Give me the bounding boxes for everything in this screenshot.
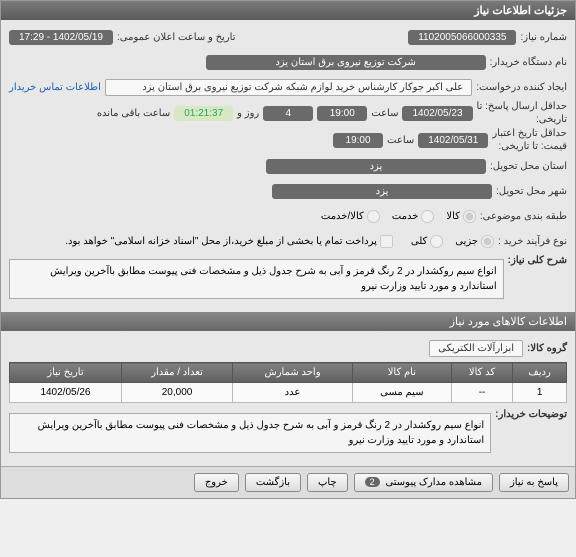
cell-unit: عدد [233, 383, 353, 403]
requester-label: ایجاد کننده درخواست: [476, 82, 567, 93]
deadline-time-label: ساعت [371, 108, 398, 119]
radio-partial[interactable]: جزیی [455, 235, 494, 248]
radio-partial-input[interactable] [481, 235, 494, 248]
exit-button[interactable]: خروج [194, 473, 239, 492]
payment-note: پرداخت تمام یا بخشی از مبلغ خرید،از محل … [65, 236, 377, 247]
radio-full-label: کلی [411, 236, 427, 247]
cell-code: -- [451, 383, 512, 403]
radio-service-label: خدمت [392, 211, 419, 222]
details-panel: جزئیات اطلاعات نیاز شماره نیاز: 11020050… [0, 0, 576, 499]
cell-date: 1402/05/26 [10, 383, 122, 403]
radio-goods-label: کالا [446, 211, 460, 222]
delivery-town: یزد [272, 184, 492, 199]
radio-full-input[interactable] [430, 235, 443, 248]
desc-box: انواع سیم روکشدار در 2 رنگ قرمز و آبی به… [9, 259, 504, 299]
items-section-header: اطلاعات کالاهای مورد نیاز [1, 312, 575, 331]
price-time-label: ساعت [387, 135, 414, 146]
buyer-notes-box: انواع سیم روکشدار در 2 رنگ قرمز و آبی به… [9, 413, 491, 453]
radio-both-input[interactable] [367, 210, 380, 223]
attachments-label: مشاهده مدارک پیوستی [385, 477, 482, 488]
need-number-value: 1102005066000335 [408, 30, 516, 45]
panel-title: جزئیات اطلاعات نیاز [1, 1, 575, 20]
attachments-button[interactable]: مشاهده مدارک پیوستی 2 [354, 473, 493, 492]
payment-check[interactable]: پرداخت تمام یا بخشی از مبلغ خرید،از محل … [65, 235, 393, 248]
th-code[interactable]: کد کالا [451, 363, 512, 383]
attachments-count: 2 [365, 477, 380, 487]
need-number-label: شماره نیاز: [520, 32, 567, 43]
th-row[interactable]: ردیف [513, 363, 567, 383]
cell-row: 1 [513, 383, 567, 403]
radio-goods-input[interactable] [463, 210, 476, 223]
desc-label: شرح کلی نیاز: [508, 255, 567, 266]
process-radio-group: جزیی کلی [411, 235, 494, 248]
price-date: 1402/05/31 [418, 133, 488, 148]
deadline-label-1: حداقل ارسال پاسخ: تا [477, 101, 567, 112]
buyer-notes-label: توضیحات خریدار: [495, 409, 567, 420]
th-unit[interactable]: واحد شمارش [233, 363, 353, 383]
radio-both-label: کالا/خدمت [321, 211, 364, 222]
items-body: گروه کالا: ابزارآلات الکتریکی ردیف کد کا… [1, 331, 575, 466]
category-label: طبقه بندی موضوعی: [480, 211, 567, 222]
cell-name: سیم مسی [352, 383, 451, 403]
category-radio-group: کالا خدمت کالا/خدمت [321, 210, 476, 223]
delivery-city-label: استان محل تحویل: [490, 161, 567, 172]
form-body: شماره نیاز: 1102005066000335 تاریخ و ساع… [1, 20, 575, 312]
process-label: نوع فرآیند خرید : [498, 236, 567, 247]
day-value: 4 [263, 106, 313, 121]
th-qty[interactable]: تعداد / مقدار [121, 363, 232, 383]
radio-service-input[interactable] [421, 210, 434, 223]
deadline-time: 19:00 [317, 106, 367, 121]
public-datetime-label: تاریخ و ساعت اعلان عمومی: [117, 32, 236, 43]
table-row[interactable]: 1 -- سیم مسی عدد 20,000 1402/05/26 [10, 383, 567, 403]
button-bar: پاسخ به نیاز مشاهده مدارک پیوستی 2 چاپ ب… [1, 466, 575, 498]
price-deadline-label-2: قیمت: تا تاریخی: [498, 141, 567, 152]
remain-time: 01:21:37 [174, 106, 233, 121]
items-table: ردیف کد کالا نام کالا واحد شمارش تعداد /… [9, 362, 567, 403]
payment-check-input[interactable] [380, 235, 393, 248]
delivery-town-label: شهر محل تحویل: [496, 186, 567, 197]
group-value: ابزارآلات الکتریکی [429, 340, 523, 357]
deadline-date: 1402/05/23 [402, 106, 472, 121]
radio-service[interactable]: خدمت [392, 210, 435, 223]
day-label: روز و [237, 108, 259, 119]
cell-qty: 20,000 [121, 383, 232, 403]
group-label: گروه کالا: [527, 343, 567, 354]
deadline-label-2: تاریخی: [536, 114, 567, 125]
price-time: 19:00 [333, 133, 383, 148]
buyer-org-label: نام دستگاه خریدار: [490, 57, 567, 68]
print-button[interactable]: چاپ [307, 473, 348, 492]
radio-full[interactable]: کلی [411, 235, 443, 248]
public-datetime-value: 1402/05/19 - 17:29 [9, 30, 113, 45]
contact-link[interactable]: اطلاعات تماس خریدار [9, 82, 101, 93]
radio-partial-label: جزیی [455, 236, 478, 247]
buyer-org-value: شرکت توزیع نیروی برق استان یزد [206, 55, 486, 70]
th-date[interactable]: تاریخ نیاز [10, 363, 122, 383]
delivery-city: یزد [266, 159, 486, 174]
radio-both[interactable]: کالا/خدمت [321, 210, 380, 223]
price-deadline-label-1: حداقل تاریخ اعتبار [492, 128, 567, 139]
table-header-row: ردیف کد کالا نام کالا واحد شمارش تعداد /… [10, 363, 567, 383]
reply-button[interactable]: پاسخ به نیاز [499, 473, 569, 492]
requester-value: علی اکبر جوکار کارشناس خرید لوازم شبکه ش… [105, 79, 472, 96]
th-name[interactable]: نام کالا [352, 363, 451, 383]
back-button[interactable]: بازگشت [245, 473, 301, 492]
remain-label: ساعت باقی مانده [97, 108, 170, 119]
radio-goods[interactable]: کالا [446, 210, 476, 223]
